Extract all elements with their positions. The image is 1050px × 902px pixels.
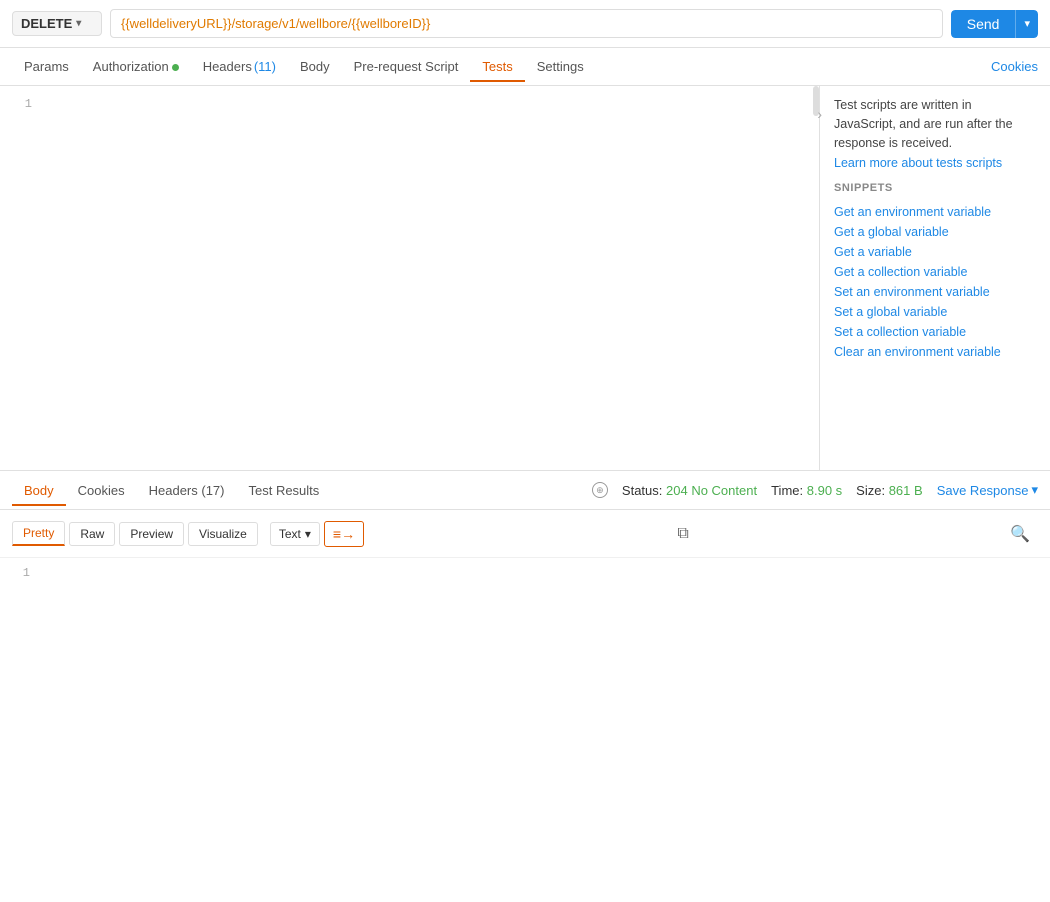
- learn-more-link[interactable]: Learn more about tests scripts: [834, 156, 1036, 170]
- time-value: 8.90 s: [807, 483, 842, 498]
- authorization-dot: [172, 64, 179, 71]
- status-value: 204 No Content: [666, 483, 757, 498]
- snippet-clear-env-var[interactable]: Clear an environment variable: [834, 342, 1036, 362]
- tab-pre-request[interactable]: Pre-request Script: [342, 51, 471, 82]
- response-body: 1: [0, 558, 1050, 902]
- response-meta: ⊕ Status: 204 No Content Time: 8.90 s Si…: [592, 482, 1038, 498]
- send-button[interactable]: Send: [951, 10, 1016, 38]
- snippet-set-global-var[interactable]: Set a global variable: [834, 302, 1036, 322]
- size-value: 861 B: [889, 483, 923, 498]
- copy-button[interactable]: ⧉: [669, 521, 696, 547]
- text-format-dropdown[interactable]: Text ▾: [270, 522, 320, 546]
- request-tabs-bar: Params Authorization Headers(11) Body Pr…: [0, 48, 1050, 86]
- tab-body[interactable]: Body: [288, 51, 342, 82]
- snippet-get-global-var[interactable]: Get a global variable: [834, 222, 1036, 242]
- test-editor[interactable]: 1: [0, 86, 820, 470]
- main-area: 1 › Test scripts are written in JavaScri…: [0, 86, 1050, 470]
- url-input[interactable]: [110, 9, 943, 38]
- format-btn-preview[interactable]: Preview: [119, 522, 184, 546]
- tab-tests[interactable]: Tests: [470, 51, 524, 82]
- tab-params[interactable]: Params: [12, 51, 81, 82]
- save-response-chevron-icon: ▾: [1031, 482, 1038, 498]
- send-button-group: Send ▾: [951, 10, 1038, 38]
- time-label: Time: 8.90 s: [771, 483, 842, 498]
- snippets-section-label: SNIPPETS: [834, 182, 1036, 194]
- response-header-bar: Body Cookies Headers (17) Test Results ⊕…: [0, 470, 1050, 510]
- globe-icon: ⊕: [592, 482, 608, 498]
- status-label: Status: 204 No Content: [622, 483, 757, 498]
- snippet-get-collection-var[interactable]: Get a collection variable: [834, 262, 1036, 282]
- response-toolbar: Pretty Raw Preview Visualize Text ▾ ≡→ ⧉…: [0, 510, 1050, 558]
- search-button[interactable]: 🔍: [1002, 520, 1038, 548]
- snippet-get-var[interactable]: Get a variable: [834, 242, 1036, 262]
- format-btn-pretty[interactable]: Pretty: [12, 521, 65, 546]
- response-tab-headers[interactable]: Headers (17): [137, 475, 237, 506]
- text-dropdown-chevron-icon: ▾: [305, 527, 311, 541]
- tab-authorization[interactable]: Authorization: [81, 51, 191, 82]
- tab-settings[interactable]: Settings: [525, 51, 596, 82]
- snippet-set-env-var[interactable]: Set an environment variable: [834, 282, 1036, 302]
- method-dropdown[interactable]: DELETE ▾: [12, 11, 102, 36]
- format-btn-raw[interactable]: Raw: [69, 522, 115, 546]
- response-tab-test-results[interactable]: Test Results: [236, 475, 331, 506]
- word-wrap-button[interactable]: ≡→: [324, 521, 364, 547]
- tab-headers[interactable]: Headers(11): [191, 51, 288, 82]
- format-btn-visualize[interactable]: Visualize: [188, 522, 258, 546]
- snippet-set-collection-var[interactable]: Set a collection variable: [834, 322, 1036, 342]
- cookies-link[interactable]: Cookies: [991, 59, 1038, 74]
- response-line-area: 1: [0, 558, 1050, 588]
- editor-content[interactable]: [40, 86, 819, 470]
- response-tab-body[interactable]: Body: [12, 475, 66, 506]
- response-tabs: Body Cookies Headers (17) Test Results: [12, 475, 331, 506]
- method-label: DELETE: [21, 16, 72, 31]
- response-line-number-1: 1: [0, 566, 40, 580]
- line-number-1: 1: [0, 94, 40, 114]
- response-tab-cookies[interactable]: Cookies: [66, 475, 137, 506]
- size-label: Size: 861 B: [856, 483, 923, 498]
- send-dropdown-arrow[interactable]: ▾: [1015, 10, 1038, 38]
- snippets-panel: › Test scripts are written in JavaScript…: [820, 86, 1050, 470]
- snippet-get-env-var[interactable]: Get an environment variable: [834, 202, 1036, 222]
- top-bar: DELETE ▾ Send ▾: [0, 0, 1050, 48]
- snippets-description: Test scripts are written in JavaScript, …: [834, 96, 1036, 152]
- method-chevron-icon: ▾: [76, 18, 93, 29]
- save-response-button[interactable]: Save Response ▾: [937, 482, 1038, 498]
- panel-toggle-icon[interactable]: ›: [820, 106, 822, 122]
- line-numbers: 1: [0, 86, 40, 122]
